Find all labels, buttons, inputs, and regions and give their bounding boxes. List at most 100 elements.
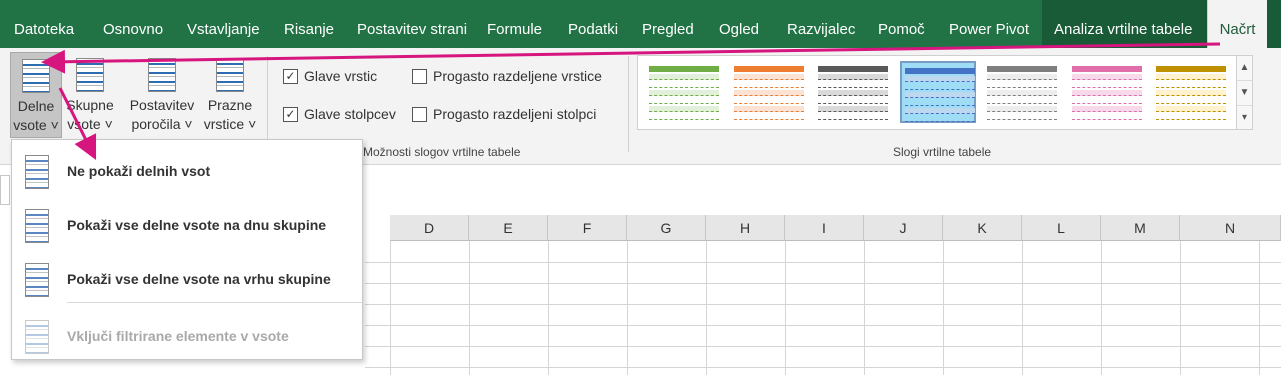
menu-item-label: Ne pokaži delnih vsot [67,163,211,179]
blank-rows-button[interactable]: Prazne vrstice ˅ [200,52,260,138]
row-gridline [365,262,1281,263]
tab-pregled[interactable]: Pregled [642,0,694,48]
tab-postavitev-strani[interactable]: Postavitev strani [357,0,467,48]
column-gridline [627,241,628,375]
column-header[interactable]: M [1101,215,1180,241]
column-gridline [469,241,470,375]
pivot-style-swatch[interactable] [815,61,891,123]
column-header[interactable]: J [864,215,943,241]
subtotals-top-icon [25,263,49,297]
tab-datoteka[interactable]: Datoteka [14,0,74,48]
column-header[interactable]: K [943,215,1022,241]
pivot-style-swatch[interactable] [730,61,807,123]
row-gridline [365,325,1281,326]
pivot-style-swatch[interactable] [646,61,722,123]
blank-rows-icon [216,58,244,92]
column-header[interactable]: H [706,215,785,241]
subtotals-dropdown-menu: Ne pokaži delnih vsot Pokaži vse delne v… [11,139,363,360]
gallery-scroll: ▲ ▼ ▾ [1236,55,1253,130]
report-layout-icon [148,58,176,92]
column-gridline [1101,241,1102,375]
column-gridline [548,241,549,375]
banded-cols-checkbox[interactable]: Progasto razdeljeni stolpci [412,106,596,122]
grand-totals-label-2: vsote ˅ [67,116,113,132]
menu-item-include-filtered: Vključi filtrirane elemente v vsote [12,315,362,359]
grand-totals-button[interactable]: Skupne vsote ˅ [63,52,117,138]
gallery-more-icon[interactable]: ▾ [1237,106,1252,131]
checkbox-checked-icon: ✓ [283,106,298,122]
column-gridline [785,241,786,375]
grand-totals-label-1: Skupne [66,97,114,113]
scroll-up-icon[interactable]: ▲ [1237,56,1252,81]
column-header[interactable]: G [627,215,706,241]
banded-cols-label: Progasto razdeljeni stolpci [433,106,597,122]
tab-osnovno[interactable]: Osnovno [103,0,163,48]
subtotals-button[interactable]: Delne vsote ˅ [10,52,62,138]
grand-totals-icon [76,58,104,92]
column-header[interactable]: E [469,215,548,241]
pivot-style-swatch[interactable] [984,61,1060,123]
menu-item-subtotals-bottom[interactable]: Pokaži vse delne vsote na dnu skupine [12,204,362,248]
column-header[interactable]: L [1022,215,1101,241]
checkbox-checked-icon: ✓ [283,68,298,84]
pivot-style-swatch[interactable] [899,61,976,123]
tab-ogled[interactable]: Ogled [719,0,759,48]
column-gridline [943,241,944,375]
menu-item-no-subtotals[interactable]: Ne pokaži delnih vsot [12,150,362,194]
tab-razvijalec[interactable]: Razvijalec [787,0,855,48]
column-gridline [864,241,865,375]
col-headers-label: Glave stolpcev [304,106,396,122]
column-header[interactable]: D [390,215,469,241]
column-header[interactable]: I [785,215,864,241]
pivot-style-swatch[interactable] [1068,61,1145,123]
menu-item-label: Pokaži vse delne vsote na vrhu skupine [67,271,331,287]
pivot-style-swatch[interactable] [1153,61,1229,123]
col-headers-checkbox[interactable]: ✓ Glave stolpcev [283,106,396,122]
subtotals-label-2: vsote ˅ [13,117,59,133]
row-headers-checkbox[interactable]: ✓ Glave vrstic [283,68,377,84]
subtotals-bottom-icon [25,209,49,243]
menu-item-subtotals-top[interactable]: Pokaži vse delne vsote na vrhu skupine [12,258,362,302]
tab-analiza-vrtilne-tabele[interactable]: Analiza vrtilne tabele [1054,0,1192,48]
subtotals-icon [22,59,50,93]
menu-item-label: Pokaži vse delne vsote na dnu skupine [67,217,327,233]
column-gridline [390,241,391,375]
blank-rows-label-1: Prazne [207,97,253,113]
row-gridline [365,304,1281,305]
tab-vstavljanje[interactable]: Vstavljanje [187,0,260,48]
report-layout-label-1: Postavitev [129,97,195,113]
column-gridline [1022,241,1023,375]
row-gridline [365,346,1281,347]
name-box[interactable] [0,175,10,205]
filter-funnel-icon [25,320,49,354]
banded-rows-label: Progasto razdeljene vrstice [433,68,602,84]
row-headers-label: Glave vrstic [304,68,378,84]
excel-window: Datoteka Osnovno Vstavljanje Risanje Pos… [0,0,1281,375]
blank-rows-label-2: vrstice ˅ [203,116,257,132]
tab-pomoc[interactable]: Pomoč [878,0,925,48]
column-header[interactable]: F [548,215,627,241]
checkbox-empty-icon [412,68,427,84]
scroll-down-icon[interactable]: ▼ [1237,81,1252,106]
subtotals-label-1: Delne [17,98,55,114]
pivot-styles-gallery [637,55,1237,130]
ribbon-separator [628,56,629,152]
menu-bar: Datoteka Osnovno Vstavljanje Risanje Pos… [0,0,1281,48]
column-gridline [706,241,707,375]
tab-power-pivot[interactable]: Power Pivot [949,0,1029,48]
pivot-styles-group-label: Slogi vrtilne tabele [893,145,992,159]
ribbon-separator [267,56,268,152]
row-gridline [365,367,1281,368]
menu-separator [67,302,362,303]
column-gridline [1259,241,1260,375]
tab-podatki[interactable]: Podatki [568,0,618,48]
column-gridline [1180,241,1181,375]
banded-rows-checkbox[interactable]: Progasto razdeljene vrstice [412,68,602,84]
row-gridline [365,283,1281,284]
report-layout-button[interactable]: Postavitev poročila ˅ [126,52,198,138]
style-options-group-label: Možnosti slogov vrtilne tabele [363,145,521,159]
tab-formule[interactable]: Formule [487,0,542,48]
tab-nacrt[interactable]: Načrt [1207,0,1267,48]
tab-risanje[interactable]: Risanje [284,0,334,48]
column-header[interactable]: N [1180,215,1281,241]
